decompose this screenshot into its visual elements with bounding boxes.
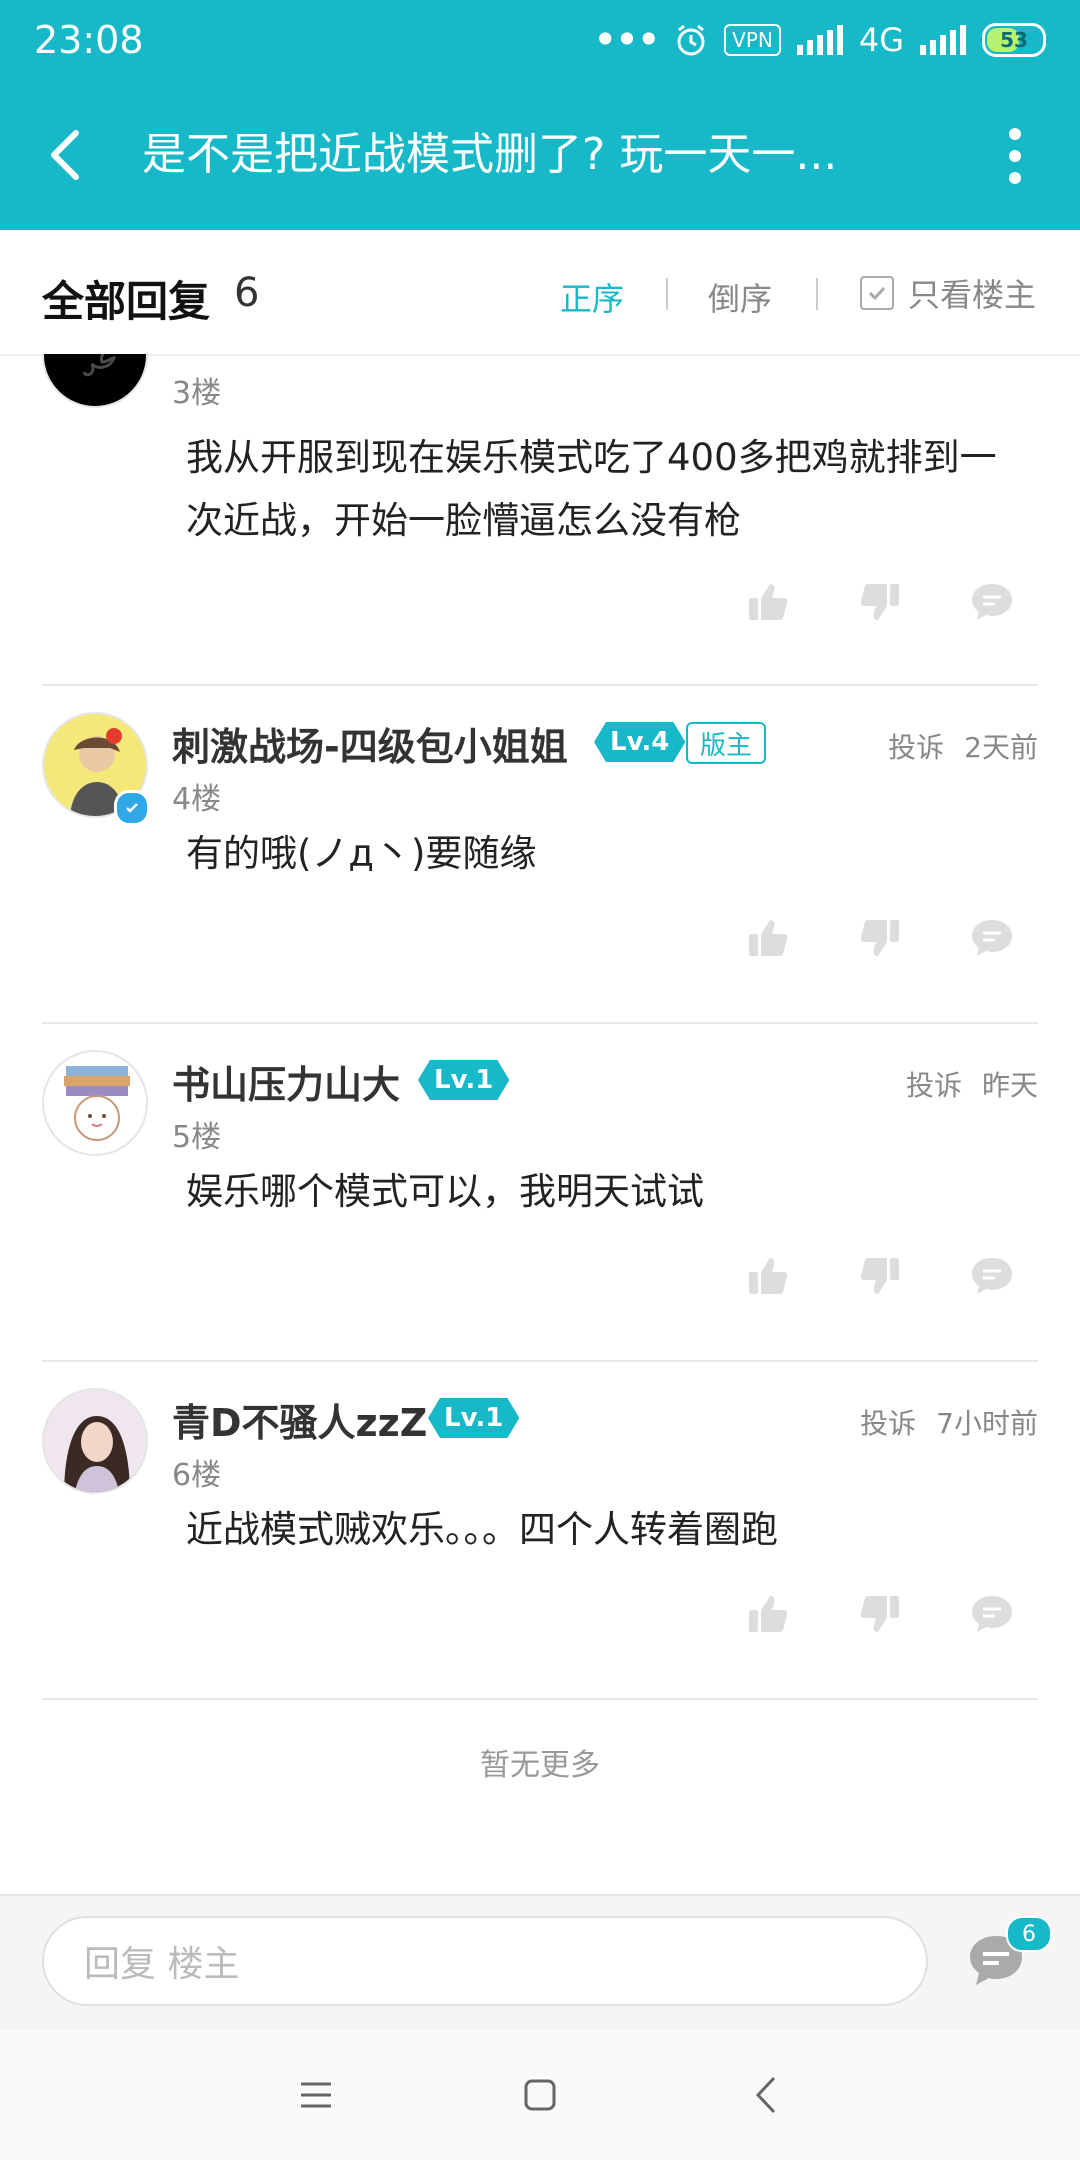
back-nav-icon bbox=[755, 2076, 776, 2114]
thumbs-up-icon[interactable] bbox=[740, 1586, 796, 1642]
more-notifications-icon: ••• bbox=[592, 15, 661, 64]
sort-ascending-button[interactable]: 正序 bbox=[560, 274, 624, 320]
back-icon bbox=[51, 130, 79, 180]
separator bbox=[666, 278, 668, 310]
only-owner-toggle[interactable]: 只看楼主 bbox=[860, 270, 1036, 316]
reply-content: 有的哦(ノд丶)要随缘 bbox=[186, 832, 537, 875]
reply-meta: 投诉 2天前 bbox=[888, 726, 1038, 766]
reply-content: 近战模式贼欢乐。。。四个人转着圈跑 bbox=[186, 1508, 778, 1551]
report-link[interactable]: 投诉 bbox=[860, 1402, 916, 1442]
reply-input[interactable]: 回复 楼主 bbox=[42, 1916, 928, 2006]
comment-icon[interactable] bbox=[964, 1586, 1020, 1642]
report-link[interactable]: 投诉 bbox=[888, 726, 944, 766]
alarm-icon bbox=[677, 24, 705, 56]
home-icon bbox=[524, 2079, 556, 2111]
divider bbox=[42, 1360, 1038, 1362]
system-nav-bar bbox=[0, 2030, 1080, 2160]
divider bbox=[42, 1698, 1038, 1700]
network-type: 4G bbox=[858, 21, 904, 59]
comment-count-badge: 6 bbox=[1006, 1916, 1052, 1952]
menu-icon bbox=[301, 2082, 331, 2108]
status-bar: 23:08 ••• VPN 4G 53 bbox=[0, 0, 1080, 80]
reply-time: 2天前 bbox=[964, 731, 1038, 764]
battery-icon: 53 bbox=[982, 23, 1046, 57]
reply-actions bbox=[740, 572, 1020, 632]
thumbs-up-icon[interactable] bbox=[740, 574, 796, 630]
thumbs-down-icon[interactable] bbox=[852, 910, 908, 966]
menu-button[interactable] bbox=[286, 2065, 346, 2125]
back-nav-button[interactable] bbox=[736, 2065, 796, 2125]
reply-actions bbox=[740, 1584, 1020, 1644]
reply-section-title: 全部回复 bbox=[42, 277, 211, 326]
reply-content: 娱乐哪个模式可以，我明天试试 bbox=[186, 1170, 704, 1213]
reply-meta: 投诉 7小时前 bbox=[860, 1402, 1038, 1442]
sort-descending-button[interactable]: 倒序 bbox=[708, 274, 772, 320]
avatar[interactable] bbox=[42, 354, 148, 408]
level-badge: Lv.4 bbox=[594, 722, 685, 762]
only-owner-label: 只看楼主 bbox=[908, 276, 1037, 314]
floor-number: 3楼 bbox=[172, 376, 222, 411]
reply-meta: 投诉 昨天 bbox=[906, 1064, 1038, 1104]
divider bbox=[42, 1022, 1038, 1024]
back-button[interactable] bbox=[30, 115, 100, 195]
separator bbox=[816, 278, 818, 310]
checkbox-icon bbox=[860, 276, 894, 310]
home-button[interactable] bbox=[510, 2065, 570, 2125]
no-more-label: 暂无更多 bbox=[480, 1748, 600, 1783]
thumbs-down-icon[interactable] bbox=[852, 574, 908, 630]
page-title: 是不是把近战模式删了? 玩一天一... bbox=[142, 129, 838, 180]
thumbs-up-icon[interactable] bbox=[740, 1248, 796, 1304]
verified-badge-icon bbox=[114, 790, 150, 826]
reply-content: 我从开服到现在娱乐模式吃了400多把鸡就排到一次近战，开始一脸懵逼怎么没有枪 bbox=[186, 436, 997, 542]
reply-actions bbox=[740, 1246, 1020, 1306]
floor-number: 6楼 bbox=[172, 1458, 222, 1493]
divider bbox=[42, 684, 1038, 686]
report-link[interactable]: 投诉 bbox=[906, 1064, 962, 1104]
comment-icon[interactable] bbox=[964, 1248, 1020, 1304]
level-badge: Lv.1 bbox=[428, 1398, 519, 1438]
reply-actions bbox=[740, 908, 1020, 968]
thumbs-down-icon[interactable] bbox=[852, 1586, 908, 1642]
comment-icon[interactable] bbox=[964, 910, 1020, 966]
signal-icon-2 bbox=[920, 25, 966, 55]
user-name[interactable]: 书山压力山大 bbox=[172, 1054, 400, 1109]
floor-number: 4楼 bbox=[172, 782, 222, 817]
level-badge: Lv.1 bbox=[418, 1060, 509, 1100]
reply-count: 6 bbox=[234, 270, 260, 316]
reply-time: 7小时前 bbox=[936, 1407, 1038, 1440]
moderator-badge: 版主 bbox=[686, 722, 767, 764]
status-icons: ••• VPN 4G 53 bbox=[593, 18, 1046, 62]
comment-icon[interactable] bbox=[964, 574, 1020, 630]
app-header: 是不是把近战模式删了? 玩一天一... bbox=[0, 80, 1080, 230]
avatar[interactable] bbox=[42, 1050, 148, 1156]
avatar[interactable] bbox=[42, 1388, 148, 1494]
status-time: 23:08 bbox=[34, 18, 144, 62]
floor-number: 5楼 bbox=[172, 1120, 222, 1155]
thumbs-down-icon[interactable] bbox=[852, 1248, 908, 1304]
signal-icon bbox=[796, 25, 843, 55]
reply-header: 全部回复 6 正序 倒序 只看楼主 bbox=[0, 230, 1080, 356]
reply-time: 昨天 bbox=[981, 1069, 1038, 1102]
thumbs-up-icon[interactable] bbox=[740, 910, 796, 966]
more-icon bbox=[1009, 128, 1021, 140]
more-button[interactable] bbox=[980, 120, 1050, 192]
reply-list[interactable]: 3楼 我从开服到现在娱乐模式吃了400多把鸡就排到一次近战，开始一脸懵逼怎么没有… bbox=[0, 354, 1080, 1894]
vpn-icon: VPN bbox=[724, 24, 781, 56]
user-name[interactable]: 刺激战场-四级包小姐姐 bbox=[172, 716, 568, 771]
user-name[interactable]: 青D不骚人zzZ bbox=[172, 1392, 427, 1447]
reply-input-bar: 回复 楼主 6 bbox=[0, 1894, 1080, 2032]
